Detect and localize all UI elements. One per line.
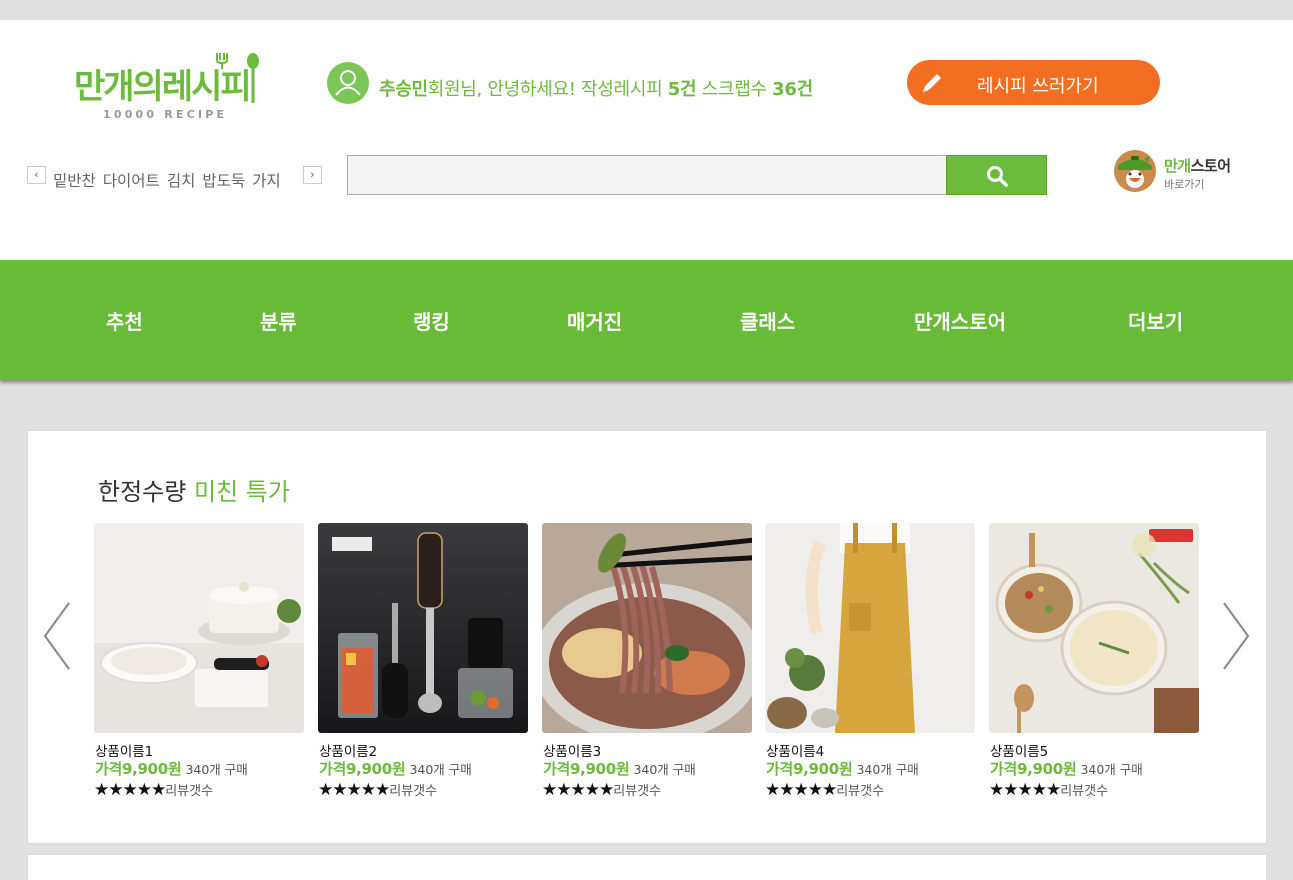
product-price: 가격9,900원 340개 구매	[766, 758, 919, 779]
purchase-count: 340개 구매	[409, 762, 472, 777]
nav-item-recommend[interactable]: 추천	[106, 306, 143, 335]
next-section	[27, 854, 1267, 880]
search-button[interactable]	[946, 155, 1047, 195]
product-image-blender[interactable]	[318, 523, 528, 733]
review-count: 리뷰갯수	[165, 784, 214, 799]
product-card[interactable]: 상품이름3 가격9,900원 340개 구매 ★★★★★리뷰갯수	[542, 523, 752, 813]
user-icon	[335, 70, 361, 96]
product-rating: ★★★★★리뷰갯수	[542, 780, 661, 800]
product-rating: ★★★★★리뷰갯수	[318, 780, 437, 800]
purchase-count: 340개 구매	[856, 762, 919, 777]
scrap-label: 스크랩수	[696, 79, 773, 100]
logo-subtitle: 10000 RECIPE	[103, 108, 228, 121]
spoon-icon	[247, 53, 259, 103]
product-name[interactable]: 상품이름4	[766, 740, 824, 760]
search-icon	[987, 166, 1008, 187]
review-count: 리뷰갯수	[836, 784, 885, 799]
star-rating-icon: ★★★★★	[318, 780, 390, 800]
deals-section: 한정수량 미친 특가 상품이름1 가격9,900원 340개 구매 ★★★★★리…	[27, 430, 1267, 844]
nav-item-more[interactable]: 더보기	[1128, 306, 1183, 335]
product-name[interactable]: 상품이름3	[543, 740, 601, 760]
product-image-noodles[interactable]	[542, 523, 752, 733]
star-rating-icon: ★★★★★	[765, 780, 837, 800]
product-rating: ★★★★★리뷰갯수	[765, 780, 884, 800]
purchase-count: 340개 구매	[1080, 762, 1143, 777]
product-card[interactable]: 상품이름1 가격9,900원 340개 구매 ★★★★★리뷰갯수	[94, 523, 304, 813]
deals-title: 한정수량 미친 특가	[98, 472, 290, 507]
product-image-cookware[interactable]	[94, 523, 304, 733]
nav-item-ranking[interactable]: 랭킹	[413, 306, 450, 335]
star-rating-icon: ★★★★★	[94, 780, 166, 800]
review-count: 리뷰갯수	[1060, 784, 1109, 799]
deals-title-highlight: 미친 특가	[193, 478, 290, 506]
user-avatar[interactable]	[327, 62, 369, 104]
recipe-count[interactable]: 5건	[668, 79, 697, 100]
write-recipe-button[interactable]: 레시피 쓰러가기	[907, 60, 1160, 105]
product-card[interactable]: 상품이름2 가격9,900원 340개 구매 ★★★★★리뷰갯수	[318, 523, 528, 813]
store-subtitle: 바로가기	[1164, 178, 1205, 191]
keyword-item[interactable]: 다이어트	[103, 172, 160, 190]
pencil-icon	[923, 74, 941, 92]
product-image-apron[interactable]	[765, 523, 975, 733]
product-rating: ★★★★★리뷰갯수	[94, 780, 213, 800]
site-header: 만개의레시피 10000 RECIPE 추승민회원님, 안녕하세요! 작성레시피…	[0, 20, 1293, 260]
star-rating-icon: ★★★★★	[989, 780, 1061, 800]
price-value: 가격9,900원	[766, 760, 853, 778]
product-card[interactable]: 상품이름4 가격9,900원 340개 구매 ★★★★★리뷰갯수	[765, 523, 975, 813]
product-image-pans[interactable]	[989, 523, 1199, 733]
keyword-item[interactable]: 밥도둑	[202, 172, 245, 190]
product-price: 가격9,900원 340개 구매	[543, 758, 696, 779]
product-card[interactable]: 상품이름5 가격9,900원 340개 구매 ★★★★★리뷰갯수	[989, 523, 1199, 813]
fork-icon	[216, 53, 228, 69]
product-price: 가격9,900원 340개 구매	[990, 758, 1143, 779]
scrap-count[interactable]: 36건	[772, 79, 813, 100]
deals-title-plain: 한정수량	[98, 478, 194, 506]
product-name[interactable]: 상품이름5	[990, 740, 1048, 760]
search-input[interactable]	[347, 155, 947, 195]
product-price: 가격9,900원 340개 구매	[319, 758, 472, 779]
price-value: 가격9,900원	[543, 760, 630, 778]
nav-item-magazine[interactable]: 매거진	[567, 306, 622, 335]
purchase-count: 340개 구매	[185, 762, 248, 777]
keyword-item[interactable]: 김치	[167, 172, 196, 190]
popular-keywords: 밑반찬 다이어트 김치 밥도둑 가지	[53, 169, 288, 191]
review-count: 리뷰갯수	[389, 784, 438, 799]
review-count: 리뷰갯수	[613, 784, 662, 799]
main-nav: 추천 분류 랭킹 매거진 클래스 만개스토어 더보기	[0, 260, 1293, 380]
keyword-next-button[interactable]: ›	[303, 166, 322, 184]
user-name[interactable]: 추승민	[379, 79, 428, 100]
nav-item-class[interactable]: 클래스	[740, 306, 795, 335]
store-shortcut[interactable]: 만개스토어 바로가기	[1114, 150, 1254, 194]
chevron-left-icon[interactable]	[42, 601, 72, 671]
star-rating-icon: ★★★★★	[542, 780, 614, 800]
store-title-green: 만개	[1164, 157, 1191, 175]
keyword-item[interactable]: 밑반찬	[53, 172, 96, 190]
store-mascot-icon	[1114, 150, 1156, 192]
product-rating: ★★★★★리뷰갯수	[989, 780, 1108, 800]
price-value: 가격9,900원	[319, 760, 406, 778]
price-value: 가격9,900원	[990, 760, 1077, 778]
write-recipe-label: 레시피 쓰러가기	[977, 76, 1099, 97]
chevron-right-icon[interactable]	[1221, 601, 1251, 671]
store-title-dark: 스토어	[1190, 157, 1231, 175]
store-title: 만개스토어	[1164, 155, 1231, 176]
nav-item-store[interactable]: 만개스토어	[914, 306, 1006, 335]
purchase-count: 340개 구매	[633, 762, 696, 777]
product-price: 가격9,900원 340개 구매	[95, 758, 248, 779]
greeting-text: 회원님, 안녕하세요! 작성레시피	[427, 79, 668, 100]
site-logo[interactable]: 만개의레시피 10000 RECIPE	[74, 53, 264, 123]
keyword-item[interactable]: 가지	[252, 172, 281, 190]
product-name[interactable]: 상품이름2	[319, 740, 377, 760]
price-value: 가격9,900원	[95, 760, 182, 778]
product-name[interactable]: 상품이름1	[95, 740, 153, 760]
nav-item-category[interactable]: 분류	[260, 306, 297, 335]
keyword-prev-button[interactable]: ‹	[27, 166, 46, 184]
user-greeting: 추승민회원님, 안녕하세요! 작성레시피 5건 스크랩수 36건	[379, 75, 813, 101]
